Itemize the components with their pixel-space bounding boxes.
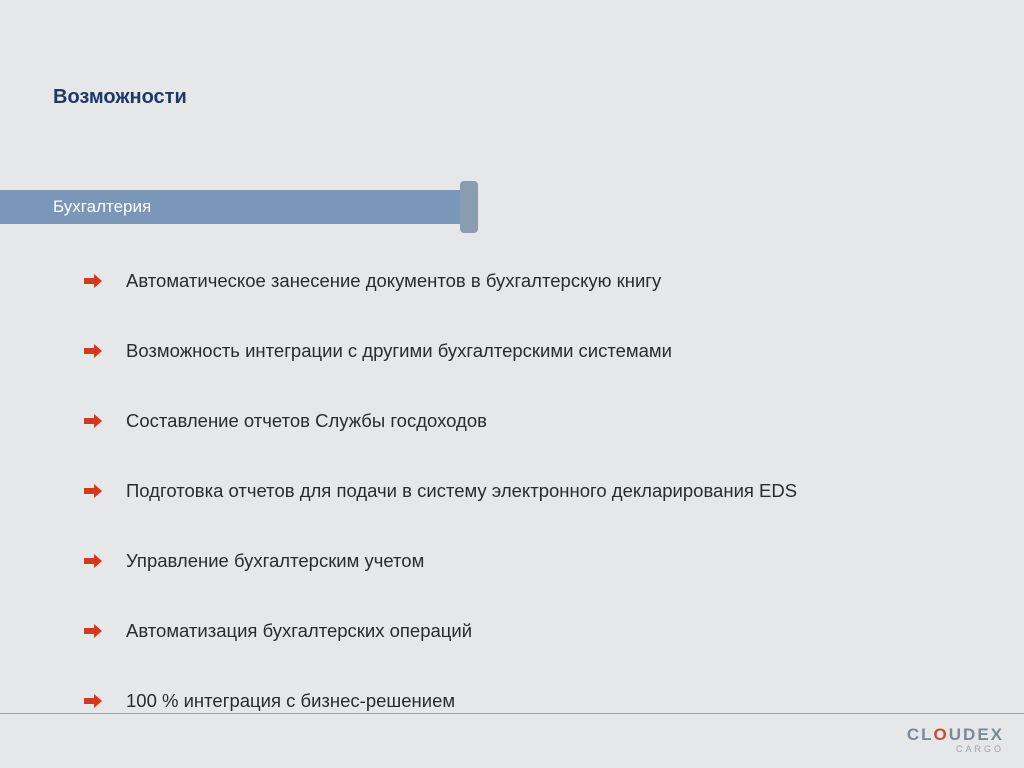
list-item: Автоматическое занесение документов в бу… (84, 270, 984, 292)
list-item-text: Составление отчетов Службы госдоходов (126, 410, 487, 432)
logo-sub: CARGO (907, 745, 1004, 754)
list-item: 100 % интеграция с бизнес-решением (84, 690, 984, 712)
list-item: Составление отчетов Службы госдоходов (84, 410, 984, 432)
logo-text-post: UDEX (949, 725, 1004, 744)
section-bar-cap (460, 181, 478, 233)
logo-text-pre: CL (907, 725, 934, 744)
list-item-text: Возможность интеграции с другими бухгалт… (126, 340, 672, 362)
arrow-right-icon (84, 482, 102, 500)
list-item: Подготовка отчетов для подачи в систему … (84, 480, 984, 502)
list-item: Автоматизация бухгалтерских операций (84, 620, 984, 642)
arrow-right-icon (84, 692, 102, 710)
list-item: Возможность интеграции с другими бухгалт… (84, 340, 984, 362)
logo: CLOUDEX CARGO (907, 726, 1004, 754)
list-item-text: Автоматизация бухгалтерских операций (126, 620, 472, 642)
arrow-right-icon (84, 412, 102, 430)
list-item-text: 100 % интеграция с бизнес-решением (126, 690, 455, 712)
section-bar: Бухгалтерия (0, 190, 460, 224)
list-item: Управление бухгалтерским учетом (84, 550, 984, 572)
arrow-right-icon (84, 552, 102, 570)
arrow-right-icon (84, 342, 102, 360)
feature-list: Автоматическое занесение документов в бу… (84, 270, 984, 760)
logo-text-accent: O (934, 725, 949, 744)
list-item-text: Автоматическое занесение документов в бу… (126, 270, 661, 292)
footer-rule (0, 713, 1024, 714)
section-label: Бухгалтерия (53, 197, 151, 217)
list-item-text: Управление бухгалтерским учетом (126, 550, 424, 572)
arrow-right-icon (84, 272, 102, 290)
logo-main: CLOUDEX (907, 726, 1004, 743)
arrow-right-icon (84, 622, 102, 640)
list-item-text: Подготовка отчетов для подачи в систему … (126, 480, 797, 502)
page-title: Возможности (53, 86, 187, 109)
